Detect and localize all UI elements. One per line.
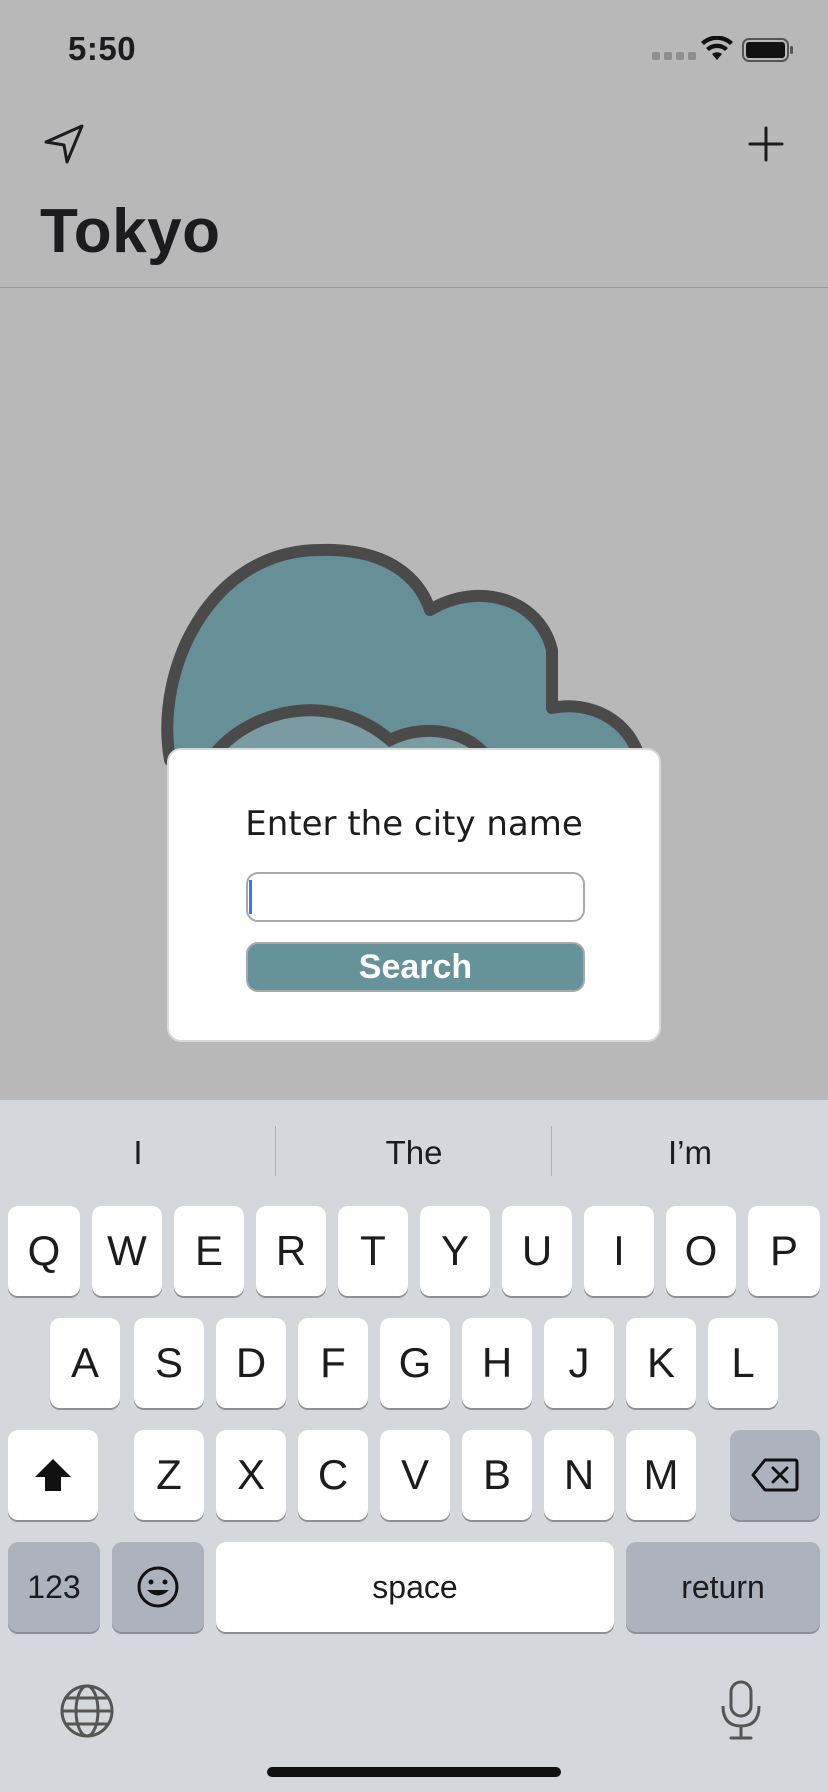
key-c[interactable]: C xyxy=(298,1430,368,1520)
key-t[interactable]: T xyxy=(338,1206,408,1296)
key-k[interactable]: K xyxy=(626,1318,696,1408)
keyboard: I The I’m Q W E R T Y U I O P A S D F G … xyxy=(0,1100,828,1792)
key-p[interactable]: P xyxy=(748,1206,820,1296)
suggestion-item[interactable]: I xyxy=(0,1128,276,1178)
cloud-icon xyxy=(161,543,646,780)
key-g[interactable]: G xyxy=(380,1318,450,1408)
home-indicator[interactable] xyxy=(267,1767,561,1777)
key-i[interactable]: I xyxy=(584,1206,654,1296)
city-name-input[interactable] xyxy=(246,872,585,922)
search-button[interactable]: Search xyxy=(246,942,585,992)
page-title: Tokyo xyxy=(40,197,221,266)
space-key[interactable]: space xyxy=(216,1542,614,1632)
dialog-title: Enter the city name xyxy=(245,804,583,844)
key-s[interactable]: S xyxy=(134,1318,204,1408)
key-o[interactable]: O xyxy=(666,1206,736,1296)
key-a[interactable]: A xyxy=(50,1318,120,1408)
key-f[interactable]: F xyxy=(298,1318,368,1408)
suggestion-bar: I The I’m xyxy=(0,1100,828,1200)
emoji-key[interactable] xyxy=(112,1542,204,1632)
city-search-dialog: Enter the city name Search xyxy=(167,748,661,1042)
battery-icon xyxy=(742,38,793,62)
key-n[interactable]: N xyxy=(544,1430,614,1520)
location-arrow-icon[interactable] xyxy=(38,118,90,170)
shift-key[interactable] xyxy=(8,1430,98,1520)
delete-key[interactable] xyxy=(730,1430,820,1520)
suggestion-item[interactable]: I’m xyxy=(552,1128,828,1178)
microphone-icon[interactable] xyxy=(716,1678,766,1742)
emoji-icon xyxy=(137,1566,179,1608)
shift-arrow-icon xyxy=(35,1459,71,1491)
text-caret xyxy=(249,880,252,914)
numbers-key[interactable]: 123 xyxy=(8,1542,100,1632)
wifi-icon xyxy=(701,36,733,60)
key-b[interactable]: B xyxy=(462,1430,532,1520)
key-q[interactable]: Q xyxy=(8,1206,80,1296)
key-d[interactable]: D xyxy=(216,1318,286,1408)
key-m[interactable]: M xyxy=(626,1430,696,1520)
suggestion-item[interactable]: The xyxy=(276,1128,552,1178)
key-l[interactable]: L xyxy=(708,1318,778,1408)
key-v[interactable]: V xyxy=(380,1430,450,1520)
key-z[interactable]: Z xyxy=(134,1430,204,1520)
key-j[interactable]: J xyxy=(544,1318,614,1408)
key-w[interactable]: W xyxy=(92,1206,162,1296)
key-u[interactable]: U xyxy=(502,1206,572,1296)
key-h[interactable]: H xyxy=(462,1318,532,1408)
key-e[interactable]: E xyxy=(174,1206,244,1296)
globe-icon[interactable] xyxy=(58,1682,116,1740)
return-key[interactable]: return xyxy=(626,1542,820,1632)
key-x[interactable]: X xyxy=(216,1430,286,1520)
key-r[interactable]: R xyxy=(256,1206,326,1296)
key-y[interactable]: Y xyxy=(420,1206,490,1296)
status-time: 5:50 xyxy=(68,30,137,67)
plus-icon[interactable] xyxy=(740,118,792,170)
status-bar: 5:50 xyxy=(0,0,828,100)
cellular-signal-icon xyxy=(652,52,696,60)
backspace-icon xyxy=(751,1458,799,1492)
